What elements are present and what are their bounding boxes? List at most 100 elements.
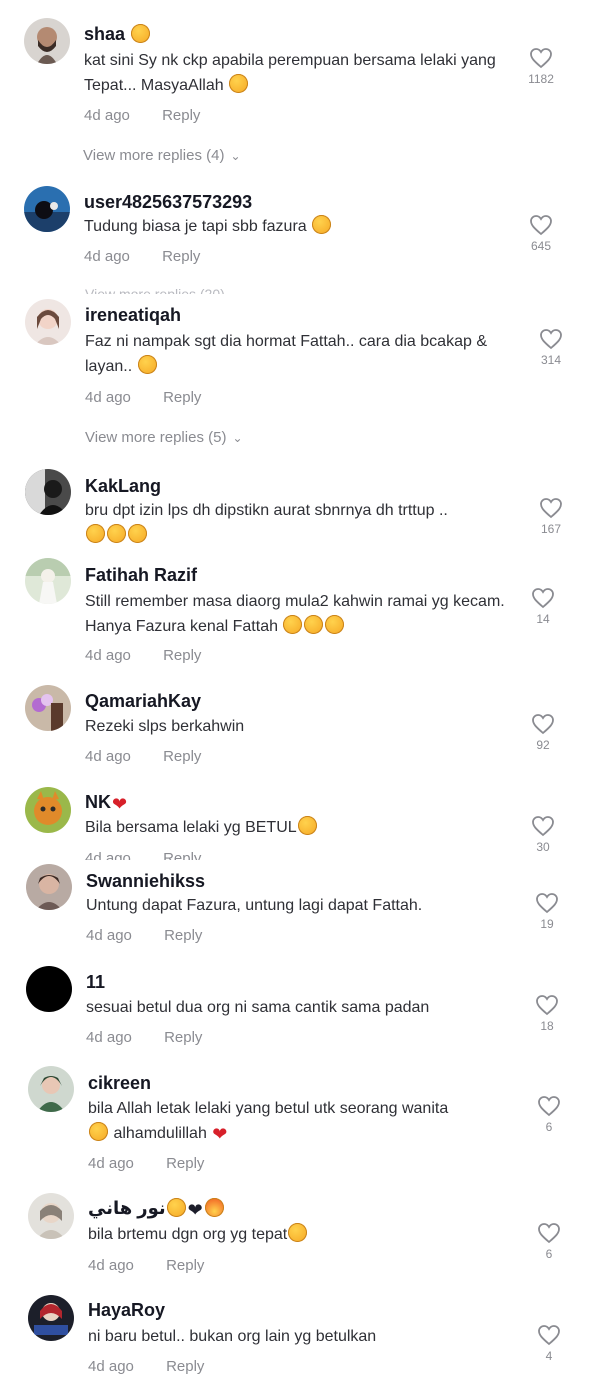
like-button[interactable]: 167: [531, 497, 571, 536]
comment-text: sesuai betul dua org ni sama cantik sama…: [86, 999, 430, 1016]
like-button[interactable]: 14: [523, 587, 563, 626]
reply-button[interactable]: Reply: [166, 1358, 204, 1375]
avatar[interactable]: [24, 18, 70, 64]
smiling-hearts-emoji: [86, 524, 105, 543]
comment-meta: 4d ago Reply: [84, 107, 228, 124]
comment-meta: 4d ago Reply: [85, 647, 229, 664]
username[interactable]: NK❤: [85, 792, 128, 815]
smiling-hearts-emoji: [297, 816, 317, 835]
comment-meta: 4d ago Reply: [85, 389, 229, 406]
avatar[interactable]: [26, 864, 72, 910]
comment-text: bila brtemu dgn org yg tepat: [88, 1222, 518, 1247]
comment-text: Tudung biasa je tapi sbb fazura: [84, 214, 514, 239]
username[interactable]: HayaRoy: [88, 1300, 165, 1321]
heart-outline-icon: [536, 995, 558, 1016]
avatar[interactable]: [28, 1066, 74, 1112]
username[interactable]: KakLang: [85, 476, 161, 497]
view-more-replies[interactable]: View more replies (4) ⌄: [83, 147, 241, 164]
timestamp: 4d ago: [85, 647, 131, 664]
upside-down-face-emoji: [131, 24, 151, 43]
avatar[interactable]: [28, 1295, 74, 1341]
reply-button[interactable]: Reply: [166, 1257, 204, 1274]
avatar[interactable]: [25, 787, 71, 833]
pensive-face-emoji: [288, 1223, 308, 1242]
comment-meta: 4d ago Reply: [84, 248, 228, 265]
like-button[interactable]: 6: [529, 1222, 569, 1261]
avatar[interactable]: [25, 558, 71, 604]
comment-text: ni baru betul.. bukan org lain yg betulk…: [88, 1328, 377, 1345]
heart-outline-icon: [538, 1096, 560, 1117]
comment-text: Still remember masa diaorg mula2 kahwin …: [85, 593, 505, 635]
avatar[interactable]: [26, 966, 72, 1012]
reply-button[interactable]: Reply: [166, 1155, 204, 1172]
username[interactable]: user4825637573293: [84, 192, 252, 213]
red-heart-emoji: ❤: [212, 1124, 228, 1144]
pensive-face-emoji: [304, 615, 324, 634]
comment-meta: 4d ago Reply: [86, 927, 230, 944]
lips-emoji: ❤: [112, 794, 128, 814]
timestamp: 4d ago: [85, 850, 131, 860]
heart-outline-icon: [532, 714, 554, 735]
heart-outline-icon: [532, 816, 554, 837]
username[interactable]: ireneatiqah: [85, 305, 181, 326]
like-button[interactable]: 30: [523, 815, 563, 854]
like-button[interactable]: 19: [527, 892, 567, 931]
chevron-down-icon: ⌄: [232, 431, 243, 445]
reply-button[interactable]: Reply: [163, 647, 201, 664]
avatar[interactable]: [25, 299, 71, 345]
username[interactable]: QamariahKay: [85, 691, 201, 712]
like-count: 30: [536, 840, 550, 854]
avatar[interactable]: [24, 186, 70, 232]
reply-button[interactable]: Reply: [162, 248, 200, 265]
avatar[interactable]: [28, 1193, 74, 1239]
timestamp: 4d ago: [84, 107, 130, 124]
username[interactable]: نور هاني ❤: [88, 1198, 225, 1221]
black-heart-emoji: ❤: [187, 1200, 203, 1220]
like-button[interactable]: 18: [527, 994, 567, 1033]
username[interactable]: cikreen: [88, 1073, 151, 1094]
like-count: 18: [540, 1019, 554, 1033]
smiling-hearts-emoji: [128, 524, 147, 543]
avatar[interactable]: [25, 685, 71, 731]
reply-button[interactable]: Reply: [163, 389, 201, 406]
like-count: 1182: [528, 72, 554, 86]
timestamp: 4d ago: [86, 1029, 132, 1046]
username[interactable]: Fatihah Razif: [85, 565, 197, 586]
like-count: 14: [536, 612, 550, 626]
heart-outline-icon: [538, 1223, 560, 1244]
timestamp: 4d ago: [85, 748, 131, 765]
username[interactable]: Swanniehikss: [86, 871, 205, 892]
reply-button[interactable]: Reply: [164, 1029, 202, 1046]
reply-button[interactable]: Reply: [163, 748, 201, 765]
like-button[interactable]: 645: [521, 214, 561, 253]
comment-meta: 4d ago Reply: [88, 1358, 232, 1375]
reply-button[interactable]: Reply: [163, 850, 201, 860]
comment-text: Bila bersama lelaki yg BETUL: [85, 815, 515, 840]
heart-outline-icon: [538, 1325, 560, 1346]
like-button[interactable]: 314: [531, 328, 571, 367]
comment-text: bru dpt izin lps dh dipstikn aurat sbnrn…: [85, 498, 515, 548]
username[interactable]: 11: [86, 972, 105, 993]
timestamp: 4d ago: [88, 1257, 134, 1274]
timestamp: 4d ago: [88, 1155, 134, 1172]
view-more-replies[interactable]: View more replies (5) ⌄: [85, 429, 243, 446]
like-button[interactable]: 92: [523, 713, 563, 752]
comment-meta: 4d ago Reply: [86, 1029, 230, 1046]
smiling-hearts-emoji: [137, 355, 157, 374]
like-count: 6: [545, 1120, 553, 1134]
comment-text: kat sini Sy nk ckp apabila perempuan ber…: [84, 52, 496, 94]
like-button[interactable]: 6: [529, 1095, 569, 1134]
like-button[interactable]: 1182: [521, 47, 561, 86]
comment-meta: 4d ago Reply: [88, 1257, 232, 1274]
chevron-down-icon: ⌄: [230, 149, 241, 163]
heart-outline-icon: [530, 215, 552, 236]
timestamp: 4d ago: [88, 1358, 134, 1375]
fire-emoji: [204, 1198, 224, 1217]
pensive-face-emoji: [283, 615, 303, 634]
reply-button[interactable]: Reply: [164, 927, 202, 944]
like-count: 4: [545, 1349, 553, 1363]
like-button[interactable]: 4: [529, 1324, 569, 1363]
username[interactable]: shaa: [84, 24, 151, 45]
reply-button[interactable]: Reply: [162, 107, 200, 124]
avatar[interactable]: [25, 469, 71, 515]
